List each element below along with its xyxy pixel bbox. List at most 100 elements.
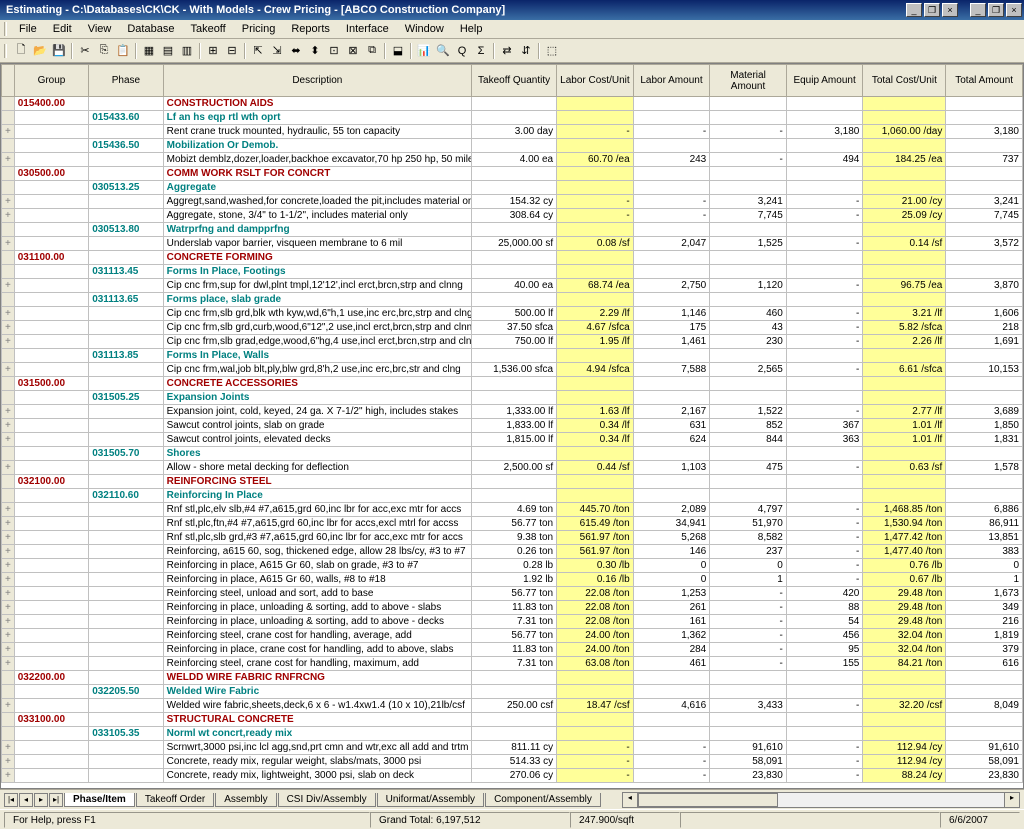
cell[interactable] (14, 573, 88, 587)
row-header[interactable] (2, 475, 15, 489)
cell[interactable]: 23,830 (946, 769, 1023, 783)
cell[interactable] (863, 671, 946, 685)
table-row[interactable]: 031505.25Expansion Joints (2, 391, 1023, 405)
cell[interactable] (14, 461, 88, 475)
cell[interactable] (710, 713, 787, 727)
cell[interactable]: Reinforcing in place, crane cost for han… (163, 643, 471, 657)
cell[interactable]: 514.33 cy (472, 755, 557, 769)
cell[interactable]: 261 (633, 601, 710, 615)
cell[interactable] (863, 713, 946, 727)
cell[interactable] (557, 447, 634, 461)
cell[interactable]: Cip cnc frm,slb grd,blk wth kyw,wd,6"h,1… (163, 307, 471, 321)
cell[interactable] (14, 517, 88, 531)
cell[interactable] (472, 391, 557, 405)
cell[interactable]: 3,689 (946, 405, 1023, 419)
cell[interactable] (633, 223, 710, 237)
cell[interactable] (710, 167, 787, 181)
cell[interactable] (89, 251, 163, 265)
cell[interactable]: 1,536.00 sfca (472, 363, 557, 377)
table-row[interactable]: + Reinforcing steel, crane cost for handl… (2, 657, 1023, 671)
cell[interactable]: - (786, 335, 863, 349)
cell[interactable] (710, 111, 787, 125)
cell[interactable] (89, 629, 163, 643)
cell[interactable]: Cip cnc frm,sup for dwl,plnt tmpl,12'12'… (163, 279, 471, 293)
cell[interactable]: Reinforcing steel, crane cost for handli… (163, 657, 471, 671)
cell[interactable]: 155 (786, 657, 863, 671)
cell[interactable]: 737 (946, 153, 1023, 167)
scroll-thumb[interactable] (638, 793, 778, 807)
cell[interactable]: Watrprfng and dampprfng (163, 223, 471, 237)
cell[interactable] (14, 265, 88, 279)
cell[interactable] (633, 167, 710, 181)
cell[interactable] (863, 475, 946, 489)
table-row[interactable]: +Rnf stl,plc,ftn,#4 #7,a615,grd 60,inc l… (2, 517, 1023, 531)
cell[interactable]: 96.75 /ea (863, 279, 946, 293)
cell[interactable]: CONCRETE FORMING (163, 251, 471, 265)
cell[interactable]: 2.77 /lf (863, 405, 946, 419)
cell[interactable]: 367 (786, 419, 863, 433)
cell[interactable]: - (786, 209, 863, 223)
row-header[interactable]: + (2, 615, 15, 629)
cell[interactable]: 146 (633, 545, 710, 559)
table-row[interactable]: +Reinforcing in place, A615 Gr 60, walls… (2, 573, 1023, 587)
table-row[interactable]: +Reinforcing steel, crane cost for handl… (2, 629, 1023, 643)
cell[interactable]: - (786, 279, 863, 293)
cell[interactable]: 475 (710, 461, 787, 475)
cell[interactable]: 2.26 /lf (863, 335, 946, 349)
cell[interactable]: 88.24 /cy (863, 769, 946, 783)
cell[interactable] (14, 391, 88, 405)
cell[interactable]: 243 (633, 153, 710, 167)
row-header[interactable]: + (2, 559, 15, 573)
cell[interactable]: 383 (946, 545, 1023, 559)
row-header[interactable]: + (2, 657, 15, 671)
cell[interactable] (633, 489, 710, 503)
table-row[interactable]: +Concrete, ready mix, lightweight, 3000 … (2, 769, 1023, 783)
col-equip-amount[interactable]: Equip Amount (786, 65, 863, 97)
table-row[interactable]: 031113.65Forms place, slab grade (2, 293, 1023, 307)
cell[interactable] (633, 111, 710, 125)
col-labor-amount[interactable]: Labor Amount (633, 65, 710, 97)
cell[interactable]: 2,047 (633, 237, 710, 251)
cell[interactable] (557, 727, 634, 741)
cell[interactable]: Aggregt,sand,washed,for concrete,loaded … (163, 195, 471, 209)
cell[interactable] (710, 447, 787, 461)
table-row[interactable]: 031505.70Shores (2, 447, 1023, 461)
cell[interactable] (89, 195, 163, 209)
cell[interactable]: - (786, 195, 863, 209)
cell[interactable]: 2.29 /lf (557, 307, 634, 321)
cell[interactable] (14, 643, 88, 657)
cell[interactable]: 015436.50 (89, 139, 163, 153)
cell[interactable]: 161 (633, 615, 710, 629)
row-header[interactable] (2, 713, 15, 727)
cell[interactable] (557, 489, 634, 503)
cell[interactable]: 4.67 /sfca (557, 321, 634, 335)
cell[interactable]: 3,433 (710, 699, 787, 713)
table-row[interactable]: 030513.80Watrprfng and dampprfng (2, 223, 1023, 237)
cell[interactable]: 43 (710, 321, 787, 335)
cell[interactable] (472, 97, 557, 111)
cell[interactable]: 500.00 lf (472, 307, 557, 321)
cell[interactable]: CONCRETE ACCESSORIES (163, 377, 471, 391)
cell[interactable]: - (786, 755, 863, 769)
cell[interactable]: 175 (633, 321, 710, 335)
cell[interactable] (89, 517, 163, 531)
cell[interactable] (633, 251, 710, 265)
cell[interactable] (472, 265, 557, 279)
cell[interactable]: Reinforcing in place, A615 Gr 60, walls,… (163, 573, 471, 587)
cell[interactable] (710, 377, 787, 391)
open-icon[interactable]: 📂 (31, 42, 49, 60)
cell[interactable]: - (786, 559, 863, 573)
row-header[interactable] (2, 223, 15, 237)
cell[interactable]: 24.00 /ton (557, 643, 634, 657)
cell[interactable]: 25,000.00 sf (472, 237, 557, 251)
cell[interactable] (14, 489, 88, 503)
cell[interactable]: - (557, 755, 634, 769)
table-row[interactable]: +Cip cnc frm,sup for dwl,plnt tmpl,12'12… (2, 279, 1023, 293)
cell[interactable]: 460 (710, 307, 787, 321)
cell[interactable]: 1.92 lb (472, 573, 557, 587)
cell[interactable] (786, 111, 863, 125)
menu-edit[interactable]: Edit (45, 21, 80, 37)
cell[interactable]: 1,530.94 /ton (863, 517, 946, 531)
cell[interactable]: COMM WORK RSLT FOR CONCRT (163, 167, 471, 181)
cell[interactable] (472, 251, 557, 265)
